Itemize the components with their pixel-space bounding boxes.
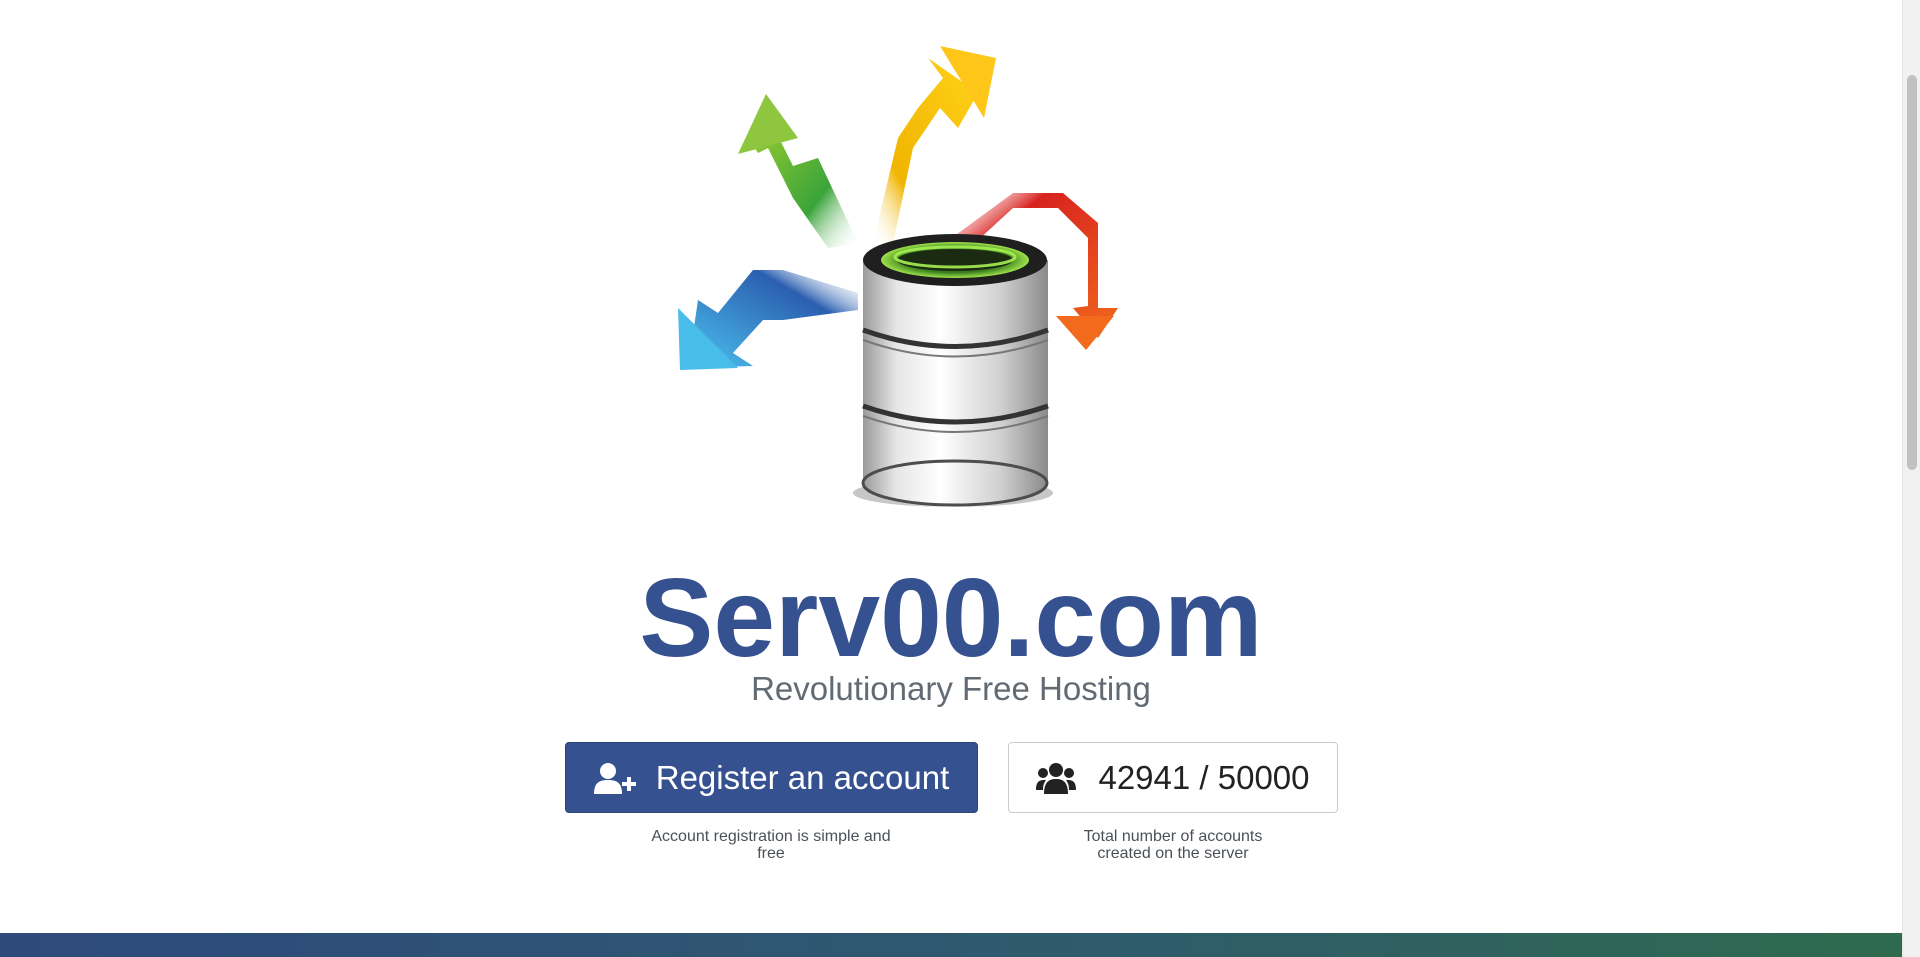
footer-band bbox=[0, 933, 1902, 957]
accounts-counter-value: 42941 / 50000 bbox=[1098, 758, 1310, 796]
main-content: Serv00.com Revolutionary Free Hosting Re… bbox=[0, 0, 1902, 957]
register-button-label: Register an account bbox=[655, 758, 950, 796]
site-title: Serv00.com bbox=[639, 556, 1263, 680]
site-subtitle: Revolutionary Free Hosting bbox=[751, 670, 1151, 707]
register-caption: Account registration is simple and free bbox=[651, 828, 891, 862]
vertical-scrollbar[interactable] bbox=[1902, 0, 1920, 957]
database-arrows-icon bbox=[678, 38, 1224, 508]
page: Serv00.com Revolutionary Free Hosting Re… bbox=[0, 0, 1920, 957]
users-icon bbox=[1036, 762, 1077, 794]
accounts-caption: Total number of accounts created on the … bbox=[1083, 828, 1263, 862]
accounts-counter: 42941 / 50000 bbox=[1008, 742, 1338, 813]
register-button[interactable]: Register an account bbox=[565, 742, 978, 813]
scrollbar-thumb[interactable] bbox=[1907, 75, 1917, 470]
user-plus-icon bbox=[593, 762, 636, 794]
